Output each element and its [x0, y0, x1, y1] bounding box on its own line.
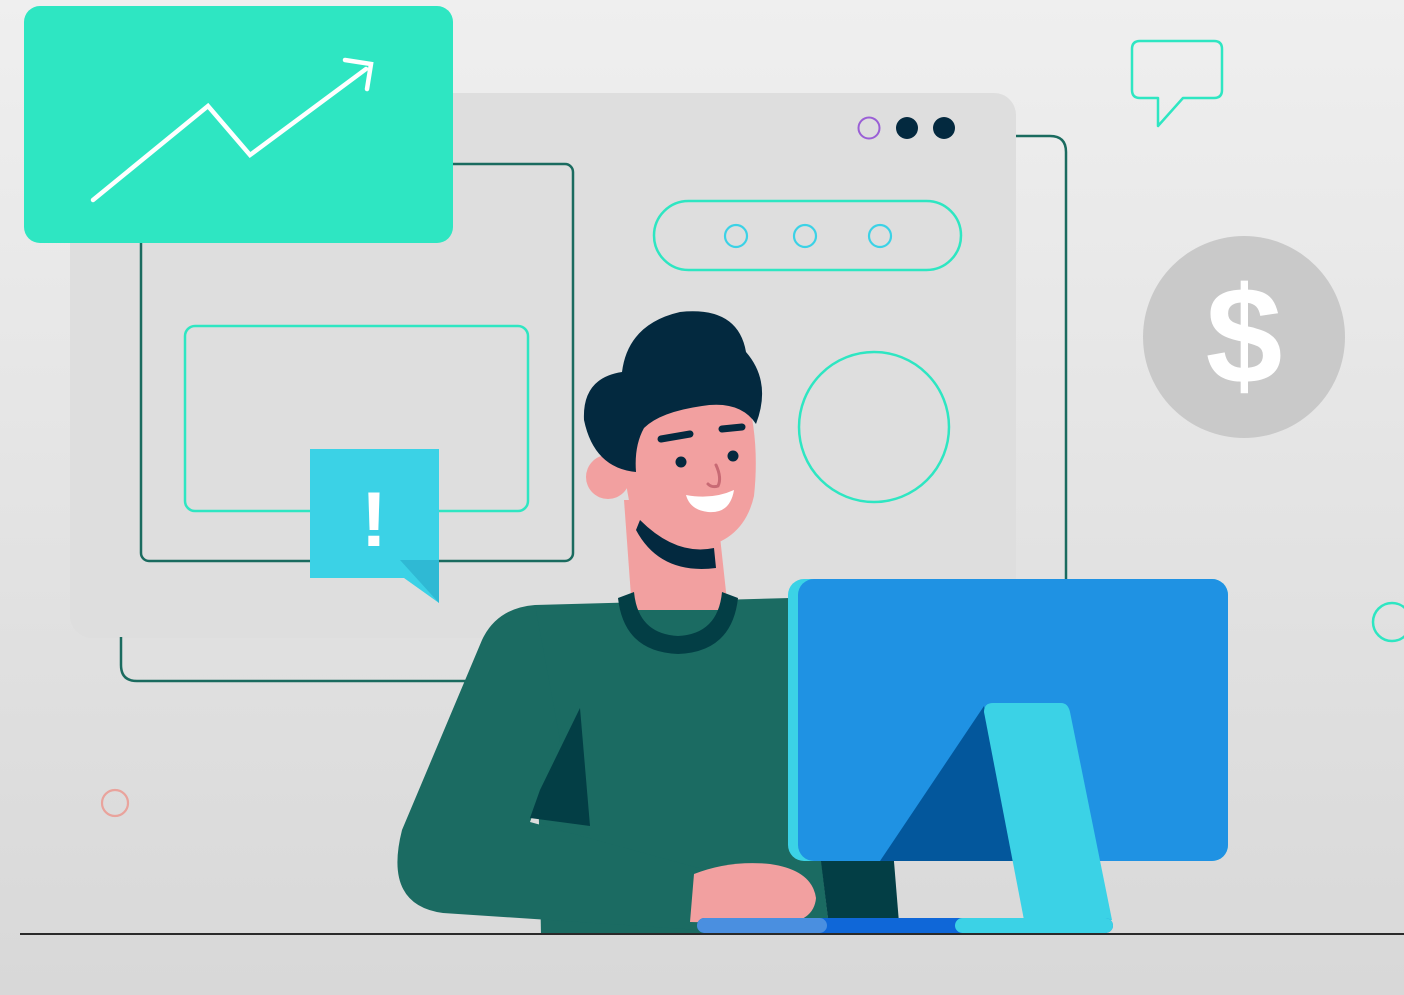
connector-line-bottom: [119, 637, 500, 683]
eyebrow-right: [718, 423, 746, 433]
illustration-scene: ! $: [0, 0, 1404, 995]
eyebrow-left: [657, 430, 694, 443]
trend-card: [24, 6, 453, 243]
decorative-circle-pink: [100, 788, 130, 818]
alert-symbol: !: [361, 475, 387, 563]
eye-left: [675, 456, 687, 468]
dollar-symbol: $: [1206, 259, 1283, 413]
keyboard: [697, 918, 1113, 933]
illustration-canvas: ! $: [20, 6, 1404, 935]
hand: [690, 863, 816, 924]
eye-right: [727, 450, 739, 462]
decorative-circle-mint: [1371, 601, 1404, 643]
dollar-coin-icon: $: [1143, 236, 1345, 438]
connector-line-right: [1016, 134, 1068, 585]
speech-bubble-icon: [1130, 39, 1224, 128]
